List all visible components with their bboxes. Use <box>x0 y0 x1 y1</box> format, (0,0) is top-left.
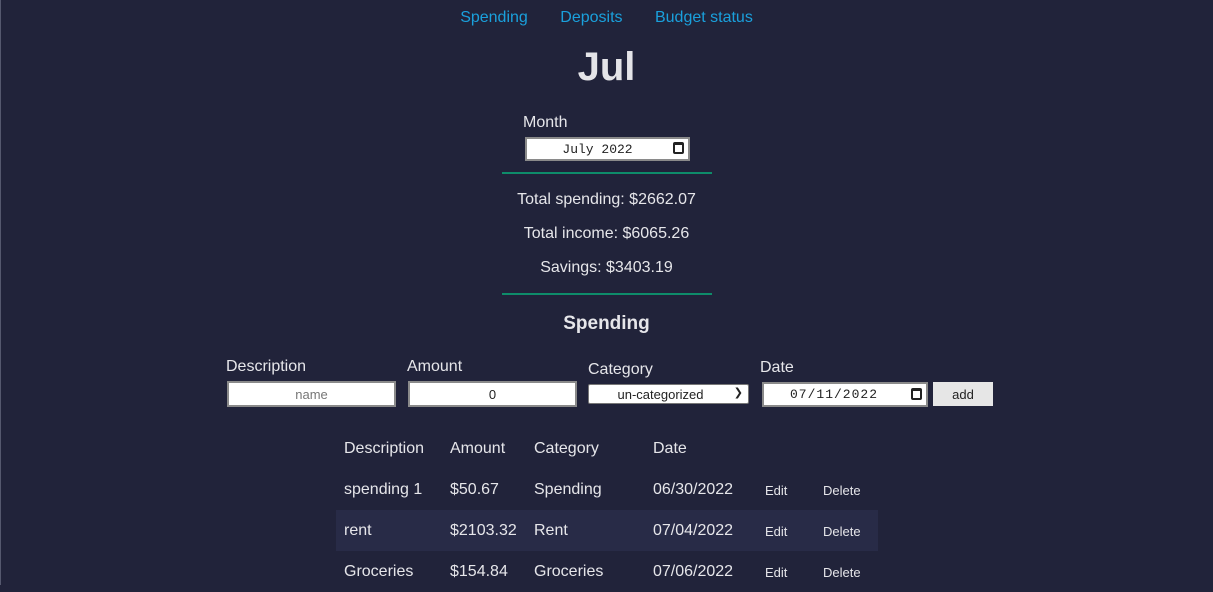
delete-button[interactable]: Delete <box>823 565 861 580</box>
row-amount: $50.67 <box>450 481 499 498</box>
calendar-icon[interactable] <box>673 142 684 154</box>
calendar-icon[interactable] <box>911 388 922 400</box>
row-date: 06/30/2022 <box>653 481 734 498</box>
row-amount: $154.84 <box>450 563 508 580</box>
spending-section-title: Spending <box>563 313 650 334</box>
edit-button[interactable]: Edit <box>765 524 787 539</box>
edit-button[interactable]: Edit <box>765 565 787 580</box>
total-spending: Total spending: $2662.07 <box>517 191 696 208</box>
row-category: Groceries <box>534 563 604 580</box>
nav-spending[interactable]: Spending <box>460 9 528 26</box>
row-description: spending 1 <box>344 481 423 498</box>
table-row: rent $2103.32 Rent 07/04/2022 Edit Delet… <box>336 510 878 551</box>
header-description: Description <box>344 440 425 457</box>
divider-bottom <box>502 293 712 295</box>
nav-budget-status[interactable]: Budget status <box>655 9 753 26</box>
header-amount: Amount <box>450 440 506 457</box>
savings: Savings: $3403.19 <box>540 259 673 276</box>
amount-input[interactable]: 0 <box>408 381 577 407</box>
row-category: Spending <box>534 481 602 498</box>
category-value: un-categorized <box>617 386 704 402</box>
month-value: July 2022 <box>562 141 633 157</box>
row-date: 07/04/2022 <box>653 522 734 539</box>
table-row: spending 1 $50.67 Spending 06/30/2022 Ed… <box>336 469 878 510</box>
table-row: Groceries $154.84 Groceries 07/06/2022 E… <box>336 551 878 592</box>
date-label: Date <box>760 359 794 376</box>
edit-button[interactable]: Edit <box>765 483 787 498</box>
description-input[interactable]: name <box>227 381 396 407</box>
delete-button[interactable]: Delete <box>823 524 861 539</box>
divider-top <box>502 172 712 174</box>
total-income: Total income: $6065.26 <box>523 225 690 242</box>
category-select[interactable]: un-categorized ❯ <box>588 384 749 404</box>
header-date: Date <box>653 440 687 457</box>
description-label: Description <box>226 358 307 375</box>
delete-button[interactable]: Delete <box>823 483 861 498</box>
amount-label: Amount <box>407 358 463 375</box>
row-date: 07/06/2022 <box>653 563 734 580</box>
date-input[interactable]: 07/11/2022 <box>762 382 928 407</box>
nav-deposits[interactable]: Deposits <box>560 9 622 26</box>
table-header: Description Amount Category Date <box>336 428 878 469</box>
row-amount: $2103.32 <box>450 522 517 539</box>
category-label: Category <box>588 361 653 378</box>
row-category: Rent <box>534 522 568 539</box>
chevron-down-icon: ❯ <box>733 387 743 399</box>
header-category: Category <box>534 440 599 457</box>
spending-table: Description Amount Category Date spendin… <box>336 428 878 592</box>
page-title: Jul <box>577 45 636 89</box>
month-input[interactable]: July 2022 <box>525 137 690 161</box>
date-value: 07/11/2022 <box>789 387 878 402</box>
row-description: Groceries <box>344 563 414 580</box>
month-label: Month <box>523 114 568 131</box>
row-description: rent <box>344 522 372 539</box>
add-button[interactable]: add <box>933 382 993 406</box>
top-nav: Spending Deposits Budget status <box>0 9 1213 27</box>
